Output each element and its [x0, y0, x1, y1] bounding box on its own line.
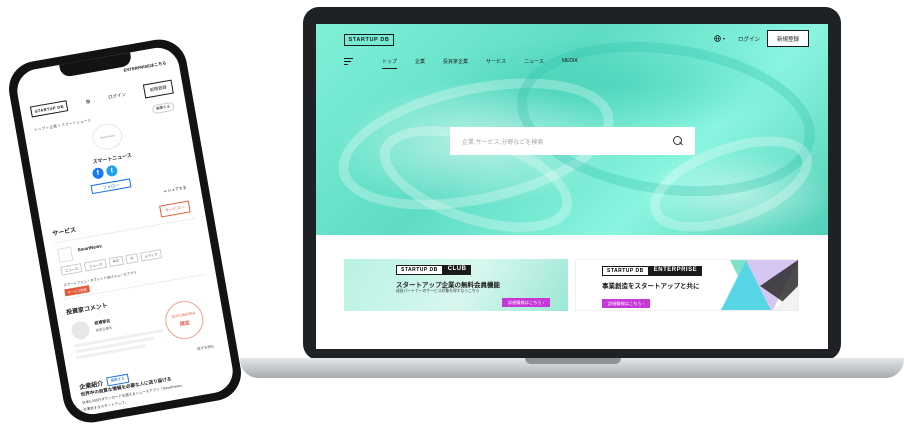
members-only-top: DOCOMOSHI	[171, 311, 196, 320]
chevron-right-icon: ›	[642, 301, 645, 306]
login-link[interactable]: ログイン	[738, 35, 760, 43]
members-only-label: 限定	[179, 320, 191, 328]
main-nav: トップ 企業 投資家企業 サービス ニュース MEDIA	[382, 58, 578, 69]
services-heading: サービス	[52, 227, 77, 238]
twitter-icon[interactable]: t	[105, 164, 119, 178]
chevron-right-icon: ›	[542, 300, 545, 305]
facebook-icon[interactable]: f	[91, 166, 105, 180]
phone-device: ENTERPRISEはこちら STARTUP DB ⊕ ログイン 新規登録 トッ…	[4, 35, 246, 427]
club-details-label: 詳細情報はこちら	[508, 299, 542, 305]
enterprise-details-button[interactable]: 詳細情報はこちら ›	[602, 299, 651, 308]
chevron-down-icon: ▾	[723, 36, 726, 41]
service-icon	[57, 246, 74, 263]
nav-item-top[interactable]: トップ	[382, 58, 398, 69]
club-tag-logo: STARTUP DB	[396, 265, 443, 275]
mobile-signup-button[interactable]: 新規登録	[142, 79, 174, 99]
club-title: スタートアップ企業の無料会員機能	[396, 282, 500, 289]
company-logo: SmartNews	[90, 121, 125, 153]
site-logo[interactable]: STARTUP DB	[344, 34, 394, 46]
service-tag[interactable]: AI	[125, 253, 139, 265]
search-placeholder: 企業,サービス,分野などを検索	[462, 139, 544, 146]
enterprise-banner[interactable]: STARTUP DB ENTERPRISE 事業創造をスタートアップと共に 詳細…	[575, 259, 799, 311]
phone-screen: ENTERPRISEはこちら STARTUP DB ⊕ ログイン 新規登録 トッ…	[13, 44, 237, 418]
mobile-header: STARTUP DB ⊕ ログイン 新規登録	[29, 76, 175, 123]
laptop-screen: STARTUP DB ▾ ログイン 新規登録 トップ 企業 投資家企業 サービス…	[316, 24, 828, 349]
follow-button[interactable]: フォロー	[90, 178, 132, 195]
globe-icon	[714, 35, 721, 42]
nav-item-news[interactable]: ニュース	[524, 58, 544, 69]
edit-button[interactable]: 編集する	[151, 101, 175, 115]
club-tag: STARTUP DB CLUB	[396, 265, 472, 275]
service-tag[interactable]: ニュース	[84, 258, 107, 272]
enterprise-tag-label: ENTERPRISE	[648, 266, 703, 276]
language-selector[interactable]: ▾	[714, 35, 725, 42]
club-tag-label: CLUB	[442, 265, 472, 275]
service-card[interactable]: SmartNews ニュース ニュース B2C AI メディア スマートフォン・…	[53, 217, 206, 300]
club-subtitle: 成長パートナーのサービス対象を探すならこちら	[396, 289, 480, 293]
globe-icon[interactable]: ⊕	[85, 98, 91, 106]
share-label: シェアする	[167, 185, 187, 193]
search-input[interactable]: 企業,サービス,分野などを検索	[450, 127, 695, 155]
club-details-button[interactable]: 詳細情報はこちら ›	[502, 298, 551, 307]
nav-item-investors[interactable]: 投資家企業	[443, 58, 468, 69]
mobile-login-link[interactable]: ログイン	[108, 92, 127, 101]
service-tag[interactable]: ニュース	[60, 263, 83, 276]
enterprise-tag-logo: STARTUP DB	[602, 266, 649, 276]
club-banner[interactable]: STARTUP DB CLUB スタートアップ企業の無料会員機能 成長パートナー…	[344, 259, 568, 311]
enterprise-title: 事業創造をスタートアップと共に	[602, 283, 700, 290]
members-only-badge[interactable]: DOCOMOSHI 限定	[162, 298, 207, 343]
laptop-base-notch	[525, 358, 621, 364]
read-more-link[interactable]: 続きを読む	[197, 344, 215, 352]
services-button[interactable]: サービスへ	[159, 200, 191, 218]
hamburger-menu-icon[interactable]	[344, 58, 353, 65]
enterprise-tag: STARTUP DB ENTERPRISE	[602, 266, 703, 276]
avatar	[70, 319, 91, 341]
service-tag[interactable]: メディア	[139, 249, 163, 262]
service-name: SmartNews	[77, 243, 103, 253]
service-tag[interactable]: B2C	[108, 255, 125, 268]
share-button[interactable]: ⋖ シェアする	[163, 185, 187, 195]
mobile-logo[interactable]: STARTUP DB	[29, 99, 69, 117]
service-badge: サービス概要	[64, 285, 91, 297]
signup-button[interactable]: 新規登録	[767, 30, 809, 47]
nav-item-media[interactable]: MEDIA	[562, 58, 578, 69]
share-icon: ⋖	[163, 189, 168, 194]
nav-item-companies[interactable]: 企業	[415, 58, 425, 69]
search-icon[interactable]	[673, 136, 683, 146]
social-links: f t	[91, 164, 119, 180]
enterprise-details-label: 詳細情報はこちら	[608, 300, 642, 306]
geometric-art-icon	[721, 260, 798, 310]
enterprise-link[interactable]: ENTERPRISEはこちら	[123, 60, 167, 73]
hero-section: STARTUP DB ▾ ログイン 新規登録 トップ 企業 投資家企業 サービス…	[316, 24, 828, 235]
nav-item-services[interactable]: サービス	[486, 58, 506, 69]
